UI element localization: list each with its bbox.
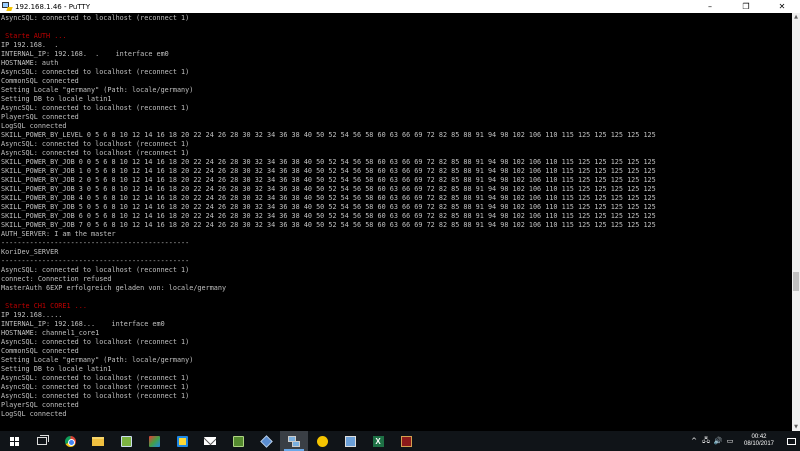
terminal-line: Setting DB to locale latin1 xyxy=(1,95,112,103)
terminal-line: Starte CH1 CORE1 ... xyxy=(1,302,87,310)
terminal-line: SKILL_POWER_BY_LEVEL 0 5 6 8 10 12 14 16… xyxy=(1,131,656,139)
terminal-line: IP 192.168..... xyxy=(1,311,63,319)
virtualbox-icon xyxy=(259,434,273,448)
system-tray: ^ 🖧 🔊 ▭ 00:42 08/10/2017 xyxy=(688,431,800,451)
terminal-output[interactable]: AsyncSQL: connected to localhost (reconn… xyxy=(0,13,792,431)
putty-icon xyxy=(288,435,300,447)
terminal-line: ----------------------------------------… xyxy=(1,257,190,265)
terminal-line: AsyncSQL: connected to localhost (reconn… xyxy=(1,104,190,112)
mail-icon xyxy=(204,437,216,445)
terminal-line: LogSQL connected xyxy=(1,410,67,418)
terminal-line: SKILL_POWER_BY_JOB 7 0 5 6 8 10 12 14 16… xyxy=(1,221,656,229)
minimize-button[interactable]: – xyxy=(692,0,728,13)
terminal-line: SKILL_POWER_BY_JOB 4 0 5 6 8 10 12 14 16… xyxy=(1,194,656,202)
virtualbox-button[interactable] xyxy=(252,431,280,451)
game-icon xyxy=(400,435,412,447)
game-button[interactable] xyxy=(392,431,420,451)
notepad-plus-button[interactable] xyxy=(112,431,140,451)
terminal-line: INTERNAL_IP: 192.168... interface em0 xyxy=(1,320,165,328)
colorful-app-icon xyxy=(148,435,160,447)
putty-icon[interactable] xyxy=(2,2,13,11)
terminal-line: Setting DB to locale latin1 xyxy=(1,365,112,373)
terminal-scrollbar[interactable]: ▲ ▼ xyxy=(792,13,800,431)
show-hidden-icons-chevron-icon[interactable]: ^ xyxy=(688,431,700,451)
terminal-line: MasterAuth 6EXP erfolgreich geladen von:… xyxy=(1,284,227,292)
maximize-button[interactable]: ❐ xyxy=(728,0,764,13)
green-app-icon xyxy=(232,435,244,447)
putty-button[interactable] xyxy=(280,431,308,451)
terminal-line: connect: Connection refused xyxy=(1,275,112,283)
terminal-line: INTERNAL_IP: 192.168. . interface em0 xyxy=(1,50,169,58)
folder-icon xyxy=(92,436,104,446)
window-controls: – ❐ ✕ xyxy=(692,0,800,13)
task-view-icon xyxy=(37,435,49,445)
terminal-line: AsyncSQL: connected to localhost (reconn… xyxy=(1,14,190,22)
terminal-line: AsyncSQL: connected to localhost (reconn… xyxy=(1,383,190,391)
app-button-3[interactable] xyxy=(224,431,252,451)
excel-button[interactable]: X xyxy=(364,431,392,451)
terminal-line: AsyncSQL: connected to localhost (reconn… xyxy=(1,374,190,382)
start-button[interactable] xyxy=(0,431,28,451)
taskbar-clock[interactable]: 00:42 08/10/2017 xyxy=(736,431,782,451)
windows-logo-icon xyxy=(9,436,19,446)
notification-icon xyxy=(786,437,796,445)
terminal-line: KoriDev_SERVER xyxy=(1,248,59,256)
file-explorer-button[interactable] xyxy=(84,431,112,451)
terminal-line: HOSTNAME: channel1_core1 xyxy=(1,329,100,337)
terminal-line: AsyncSQL: connected to localhost (reconn… xyxy=(1,68,190,76)
terminal-line: SKILL_POWER_BY_JOB 3 0 5 6 8 10 12 14 16… xyxy=(1,185,656,193)
network-icon[interactable]: 🖧 xyxy=(700,431,712,451)
terminal-line: SKILL_POWER_BY_JOB 2 0 5 6 8 10 12 14 16… xyxy=(1,176,656,184)
volume-icon[interactable]: 🔊 xyxy=(712,431,724,451)
puttygen-icon xyxy=(344,435,356,447)
excel-icon: X xyxy=(372,435,384,447)
notepad-icon xyxy=(120,435,132,447)
terminal-line: AsyncSQL: connected to localhost (reconn… xyxy=(1,266,190,274)
terminal-line: AsyncSQL: connected to localhost (reconn… xyxy=(1,140,190,148)
terminal-line: SKILL_POWER_BY_JOB 1 0 5 6 8 10 12 14 16… xyxy=(1,167,656,175)
terminal-line: AsyncSQL: connected to localhost (reconn… xyxy=(1,392,190,400)
terminal-line: Starte AUTH ... xyxy=(1,32,67,40)
taskbar: X ^ 🖧 🔊 ▭ 00:42 08/10/2017 xyxy=(0,431,800,451)
terminal-line: AUTH_SERVER: I am the master xyxy=(1,230,116,238)
terminal-line: SKILL_POWER_BY_JOB 0 0 5 6 8 10 12 14 16… xyxy=(1,158,656,166)
terminal-line: HOSTNAME: auth xyxy=(1,59,59,67)
window-titlebar[interactable]: 192.168.1.46 - PuTTY – ❐ ✕ xyxy=(0,0,800,13)
scroll-up-arrow-icon[interactable]: ▲ xyxy=(792,13,800,21)
yellow-blue-app-icon xyxy=(176,435,188,447)
task-view-button[interactable] xyxy=(28,431,56,451)
terminal-line: Setting Locale "germany" (Path: locale/g… xyxy=(1,356,194,364)
clock-date: 08/10/2017 xyxy=(743,441,775,447)
app-button-2[interactable] xyxy=(168,431,196,451)
terminal-line: Setting Locale "germany" (Path: locale/g… xyxy=(1,86,194,94)
winscp-button[interactable] xyxy=(308,431,336,451)
terminal-line: SKILL_POWER_BY_JOB 6 0 5 6 8 10 12 14 16… xyxy=(1,212,656,220)
terminal-line: IP 192.168. . xyxy=(1,41,59,49)
terminal-line: SKILL_POWER_BY_JOB 5 0 5 6 8 10 12 14 16… xyxy=(1,203,656,211)
terminal-line: ----------------------------------------… xyxy=(1,239,190,247)
app-button-1[interactable] xyxy=(140,431,168,451)
scroll-down-arrow-icon[interactable]: ▼ xyxy=(792,423,800,431)
chrome-button[interactable] xyxy=(56,431,84,451)
winscp-icon xyxy=(316,435,328,447)
keyboard-icon[interactable]: ▭ xyxy=(724,431,736,451)
terminal-line: CommonSQL connected xyxy=(1,77,79,85)
mail-button[interactable] xyxy=(196,431,224,451)
puttygen-button[interactable] xyxy=(336,431,364,451)
terminal-line: PlayerSQL connected xyxy=(1,113,79,121)
terminal-line: AsyncSQL: connected to localhost (reconn… xyxy=(1,338,190,346)
chrome-icon xyxy=(64,435,76,447)
scrollbar-thumb[interactable] xyxy=(793,272,799,291)
terminal-line: AsyncSQL: connected to localhost (reconn… xyxy=(1,149,190,157)
terminal-line: CommonSQL connected xyxy=(1,347,79,355)
close-button[interactable]: ✕ xyxy=(764,0,800,13)
action-center-button[interactable] xyxy=(782,431,800,451)
terminal-line: PlayerSQL connected xyxy=(1,401,79,409)
terminal-line: LogSQL connected xyxy=(1,122,67,130)
window-title: 192.168.1.46 - PuTTY xyxy=(15,2,90,11)
clock-time: 00:42 xyxy=(751,434,767,440)
